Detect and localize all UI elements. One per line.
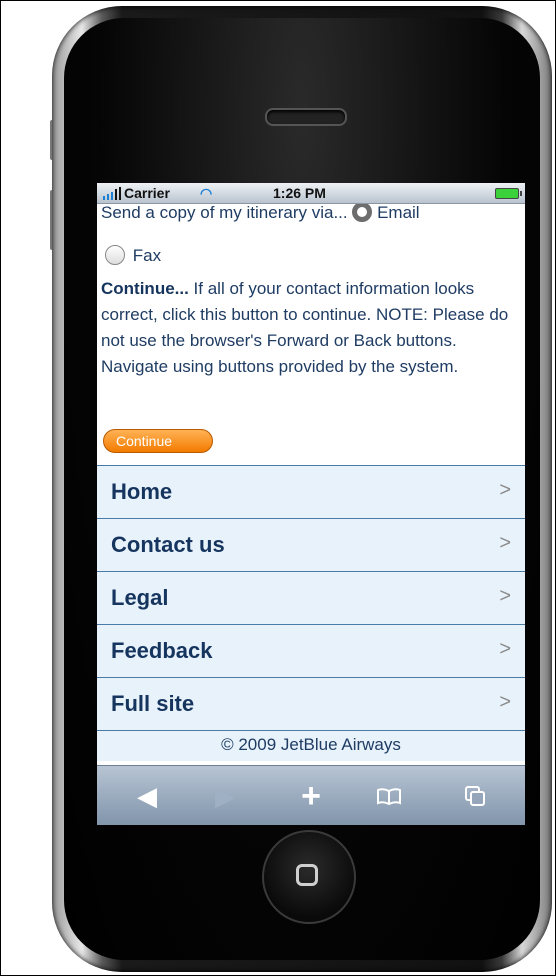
wifi-icon: ◠ — [200, 185, 213, 201]
nav-item-label: Feedback — [111, 638, 213, 663]
fax-option: Fax — [105, 243, 161, 269]
fax-radio[interactable] — [105, 245, 125, 265]
chevron-right-icon: > — [499, 532, 511, 554]
chevron-right-icon: > — [499, 638, 511, 660]
home-button[interactable] — [262, 830, 356, 924]
footer-copyright: © 2009 JetBlue Airways — [97, 730, 525, 761]
phone-screen: Carrier ◠ 1:26 PM Send a copy of my itin… — [97, 183, 525, 825]
chevron-right-icon: > — [499, 585, 511, 607]
back-icon[interactable]: ◀ — [127, 780, 167, 812]
nav-menu: Home > Contact us > Legal > Feedback > F… — [97, 465, 525, 761]
bookmarks-icon[interactable] — [369, 780, 409, 812]
chevron-right-icon: > — [499, 479, 511, 501]
earpiece-speaker — [265, 108, 347, 126]
signal-icon — [103, 187, 121, 200]
pages-icon[interactable] — [455, 780, 495, 812]
nav-item-label: Full site — [111, 691, 195, 716]
nav-item-label: Legal — [111, 585, 169, 610]
continue-instructions: Continue... If all of your contact infor… — [101, 276, 525, 380]
status-time: 1:26 PM — [273, 185, 326, 201]
nav-item-legal[interactable]: Legal > — [97, 571, 525, 624]
nav-item-home[interactable]: Home > — [97, 465, 525, 518]
nav-item-contact-us[interactable]: Contact us > — [97, 518, 525, 571]
nav-item-feedback[interactable]: Feedback > — [97, 624, 525, 677]
nav-item-label: Home — [111, 479, 173, 504]
continue-button[interactable]: Continue — [103, 429, 213, 453]
nav-item-full-site[interactable]: Full site > — [97, 677, 525, 730]
email-radio[interactable] — [352, 202, 373, 222]
email-label: Email — [377, 203, 420, 222]
fax-label: Fax — [132, 246, 162, 265]
continue-heading: Continue... — [101, 279, 189, 298]
carrier-label: Carrier — [124, 185, 170, 201]
status-bar: Carrier ◠ 1:26 PM — [97, 183, 525, 204]
add-icon[interactable]: + — [291, 779, 331, 813]
itinerary-prompt: Send a copy of my itinerary via... — [101, 203, 348, 222]
battery-icon — [495, 188, 522, 199]
home-square-icon — [296, 864, 318, 886]
chevron-right-icon: > — [499, 691, 511, 713]
forward-icon: ▶ — [215, 781, 235, 811]
nav-item-label: Contact us — [111, 532, 225, 557]
safari-toolbar: ◀ ▶ + — [97, 765, 525, 825]
